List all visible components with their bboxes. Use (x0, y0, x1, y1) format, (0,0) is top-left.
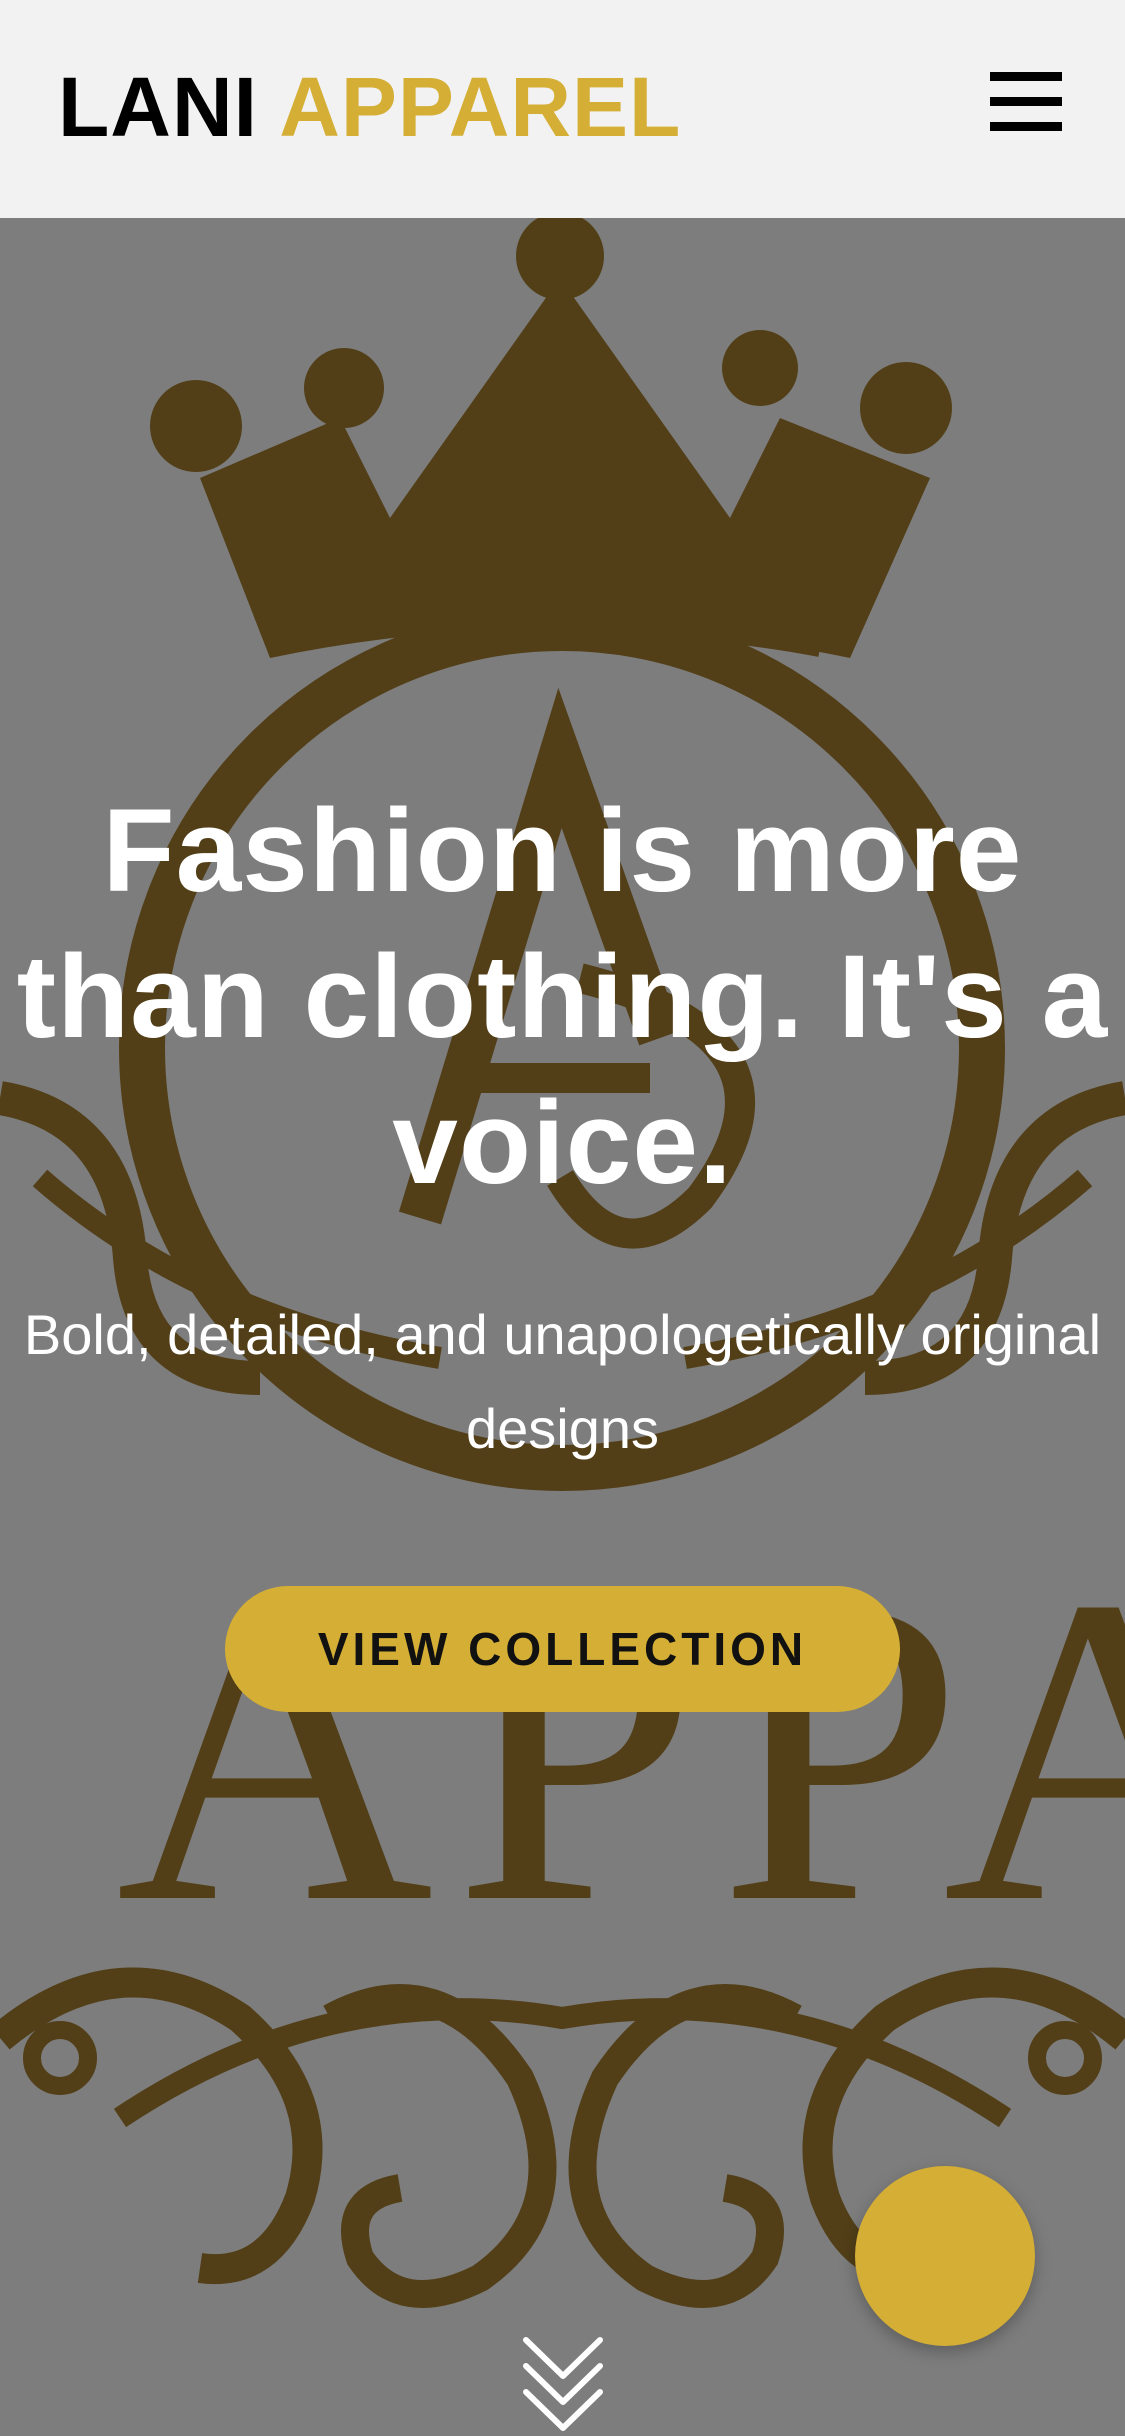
menu-bar (990, 72, 1062, 81)
view-collection-button[interactable]: VIEW COLLECTION (225, 1586, 900, 1712)
hero-content: Fashion is more than clothing. It's a vo… (0, 778, 1125, 1712)
menu-bar (990, 122, 1062, 131)
hero-headline: Fashion is more than clothing. It's a vo… (16, 785, 1109, 1209)
menu-bar (990, 97, 1062, 106)
hero-section: I APPA Fashion is more than clothing. It… (0, 218, 1125, 2436)
brand-logo[interactable]: LANI APPAREL (58, 52, 681, 162)
chat-bubble-icon[interactable] (855, 2166, 1035, 2346)
chevron-double-down-icon[interactable] (518, 2332, 608, 2436)
hamburger-menu-icon[interactable] (984, 68, 1066, 134)
brand-name-primary: LANI (58, 60, 258, 154)
hero-subtitle: Bold, detailed, and unapologetically ori… (23, 1303, 1102, 1460)
brand-name-accent: APPAREL (279, 60, 682, 154)
site-header: LANI APPAREL (0, 0, 1125, 218)
